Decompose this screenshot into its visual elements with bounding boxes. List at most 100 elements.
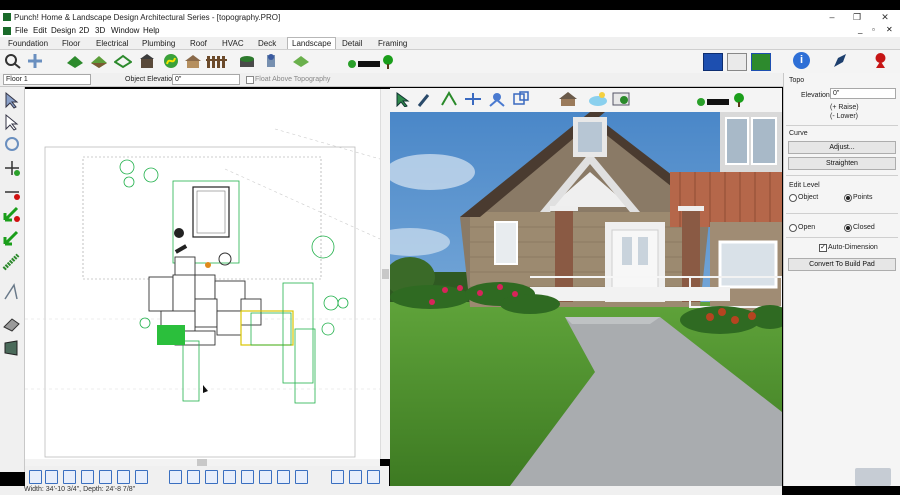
render-settings-icon[interactable] <box>612 91 630 107</box>
open-radio[interactable] <box>789 224 797 232</box>
magnify-icon[interactable] <box>4 53 22 69</box>
tab-foundation[interactable]: Foundation <box>4 38 52 49</box>
planter-icon[interactable] <box>238 53 256 69</box>
delete-point-icon[interactable] <box>2 183 22 201</box>
build-pad-icon[interactable] <box>2 339 22 357</box>
same-height-icon[interactable] <box>259 470 272 484</box>
maximize-button[interactable]: ❐ <box>847 12 867 23</box>
tab-deck[interactable]: Deck <box>254 38 280 49</box>
doc-restore-button[interactable]: ▫ <box>872 25 875 34</box>
align-top-icon[interactable] <box>99 470 112 484</box>
panel-toggle-icon[interactable] <box>855 468 891 486</box>
help-icon[interactable] <box>872 52 889 69</box>
doc-close-button[interactable]: ✕ <box>886 25 893 34</box>
orbit-icon[interactable] <box>488 91 506 107</box>
split-view-icon[interactable] <box>751 53 771 71</box>
object-elevation-input[interactable]: 0" <box>172 74 240 85</box>
eraser-icon[interactable] <box>2 315 22 333</box>
align-left-icon[interactable] <box>29 470 42 484</box>
tab-roof[interactable]: Roof <box>186 38 211 49</box>
select-points-icon[interactable] <box>2 113 22 131</box>
points-radio[interactable] <box>844 194 852 202</box>
eyedropper-icon[interactable] <box>416 91 434 107</box>
tab-floor[interactable]: Floor <box>58 38 84 49</box>
tab-electrical[interactable]: Electrical <box>92 38 132 49</box>
menu-2d[interactable]: 2D <box>79 26 89 35</box>
tab-hvac[interactable]: HVAC <box>218 38 248 49</box>
select-arrow-icon[interactable] <box>2 91 22 109</box>
plan-view[interactable] <box>25 89 380 459</box>
plan-horizontal-thumb[interactable] <box>197 459 207 466</box>
floor-select[interactable]: Floor 1 <box>3 74 91 85</box>
auto-dimension-checkbox[interactable]: ✓ <box>819 244 827 252</box>
plant-library-3d-icon[interactable] <box>695 92 747 108</box>
adjust-button[interactable]: Adjust... <box>788 141 896 154</box>
ungroup-icon[interactable] <box>349 470 362 484</box>
sprinkler-icon[interactable] <box>262 53 280 69</box>
tab-plumbing[interactable]: Plumbing <box>138 38 179 49</box>
align-vcenter-icon[interactable] <box>135 470 148 484</box>
menu-3d[interactable]: 3D <box>95 26 105 35</box>
fence-icon[interactable] <box>206 53 227 69</box>
terrain-outline-icon[interactable] <box>113 53 133 69</box>
straighten-button[interactable]: Straighten <box>788 157 896 170</box>
measure-icon[interactable] <box>2 283 22 301</box>
gazebo-icon[interactable] <box>184 53 202 69</box>
plan-horizontal-scrollbar[interactable] <box>25 459 380 466</box>
align-bottom-icon[interactable] <box>117 470 130 484</box>
rotate-icon[interactable] <box>2 135 22 153</box>
menu-file[interactable]: File <box>15 26 28 35</box>
shed-icon[interactable] <box>138 53 156 69</box>
doc-minimize-button[interactable]: _ <box>858 25 862 34</box>
distribute-v-icon[interactable] <box>187 470 200 484</box>
menu-edit[interactable]: Edit <box>33 26 47 35</box>
tab-landscape[interactable]: Landscape <box>287 37 337 49</box>
terrain-area-icon[interactable] <box>90 53 108 69</box>
house-view-icon[interactable] <box>558 91 577 107</box>
plan-vertical-scrollbar[interactable] <box>380 89 390 459</box>
float-checkbox[interactable] <box>246 76 254 84</box>
raise-terrain-icon[interactable] <box>2 205 22 223</box>
plan-vertical-thumb[interactable] <box>382 269 389 279</box>
lock-icon[interactable] <box>367 470 380 484</box>
tab-detail[interactable]: Detail <box>338 38 366 49</box>
align-middle-icon[interactable] <box>81 470 94 484</box>
align-center-icon[interactable] <box>45 470 58 484</box>
camera-view-icon[interactable] <box>512 91 530 107</box>
pool-icon[interactable] <box>162 53 180 69</box>
center-page-icon[interactable] <box>295 470 308 484</box>
same-width-icon[interactable] <box>241 470 254 484</box>
menu-help[interactable]: Help <box>143 26 159 35</box>
minimize-button[interactable]: – <box>822 12 842 23</box>
group-icon[interactable] <box>331 470 344 484</box>
document-view-icon[interactable] <box>727 53 747 71</box>
convert-build-pad-button[interactable]: Convert To Build Pad <box>788 258 896 271</box>
object-radio[interactable] <box>789 194 797 202</box>
close-button[interactable]: ✕ <box>875 12 895 23</box>
align-right-icon[interactable] <box>63 470 76 484</box>
space-v-icon[interactable] <box>223 470 236 484</box>
3d-view[interactable] <box>390 112 782 486</box>
menu-window[interactable]: Window <box>111 26 139 35</box>
stone-path-icon[interactable] <box>292 53 310 69</box>
menu-design[interactable]: Design <box>51 26 76 35</box>
blueprint-view-icon[interactable] <box>703 53 723 71</box>
closed-radio[interactable] <box>844 224 852 232</box>
contour-icon[interactable] <box>2 253 22 271</box>
add-point-icon[interactable] <box>2 159 22 177</box>
select-3d-icon[interactable] <box>393 91 411 108</box>
terrain-tool-icon[interactable] <box>66 53 84 69</box>
info-icon[interactable]: i <box>793 52 810 69</box>
same-size-icon[interactable] <box>277 470 290 484</box>
pan-icon[interactable] <box>26 53 44 69</box>
topo-elevation-input[interactable]: 0" <box>830 88 896 99</box>
pen-tool-icon[interactable] <box>832 52 849 69</box>
fly-icon[interactable] <box>464 91 482 107</box>
plant-library-icon[interactable] <box>346 54 396 70</box>
walkthrough-icon[interactable] <box>440 91 458 107</box>
tab-framing[interactable]: Framing <box>374 38 411 49</box>
distribute-h-icon[interactable] <box>169 470 182 484</box>
lower-terrain-icon[interactable] <box>2 229 22 247</box>
space-h-icon[interactable] <box>205 470 218 484</box>
sky-icon[interactable] <box>588 91 607 107</box>
